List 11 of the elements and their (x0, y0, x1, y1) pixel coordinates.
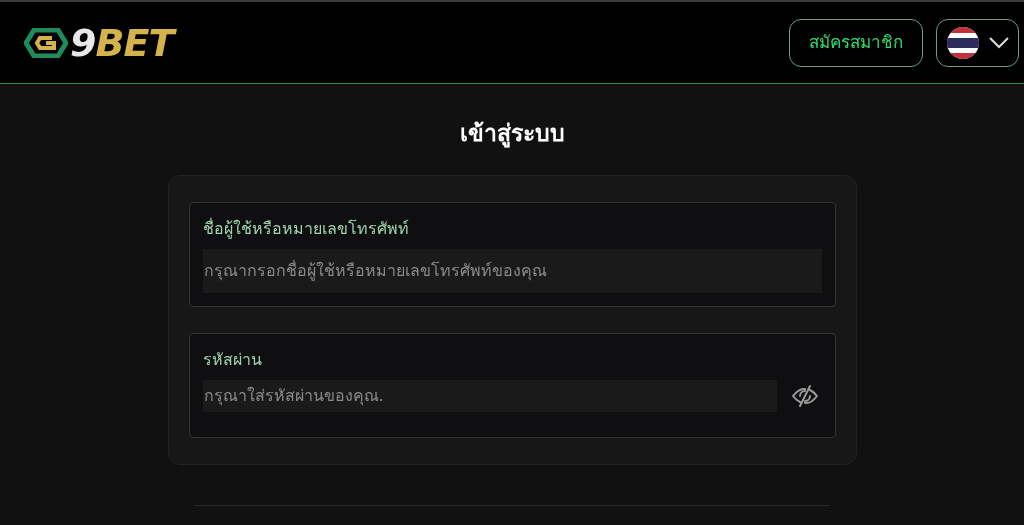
hide-password-icon[interactable] (790, 383, 819, 408)
chevron-down-icon (988, 36, 1009, 49)
thai-flag-icon (946, 26, 979, 59)
page-title: เข้าสู่ระบบ (459, 119, 565, 150)
input-field[interactable]: กรุณากรอกชื่อผู้ใช้หรือหมายเลขโทรศัพท์ของคุณ (202, 248, 822, 293)
input-field[interactable]: กรุณาใส่รหัสผ่านของคุณ. (202, 379, 777, 412)
field-label: ชื่อผู้ใช้หรือหมายเลขโทรศัพท์ (202, 217, 409, 241)
language-selector[interactable] (936, 18, 1019, 67)
register-button[interactable]: สมัครสมาชิก (789, 18, 923, 67)
field-label: รหัสผ่าน (202, 348, 262, 371)
logo-icon (24, 27, 68, 58)
